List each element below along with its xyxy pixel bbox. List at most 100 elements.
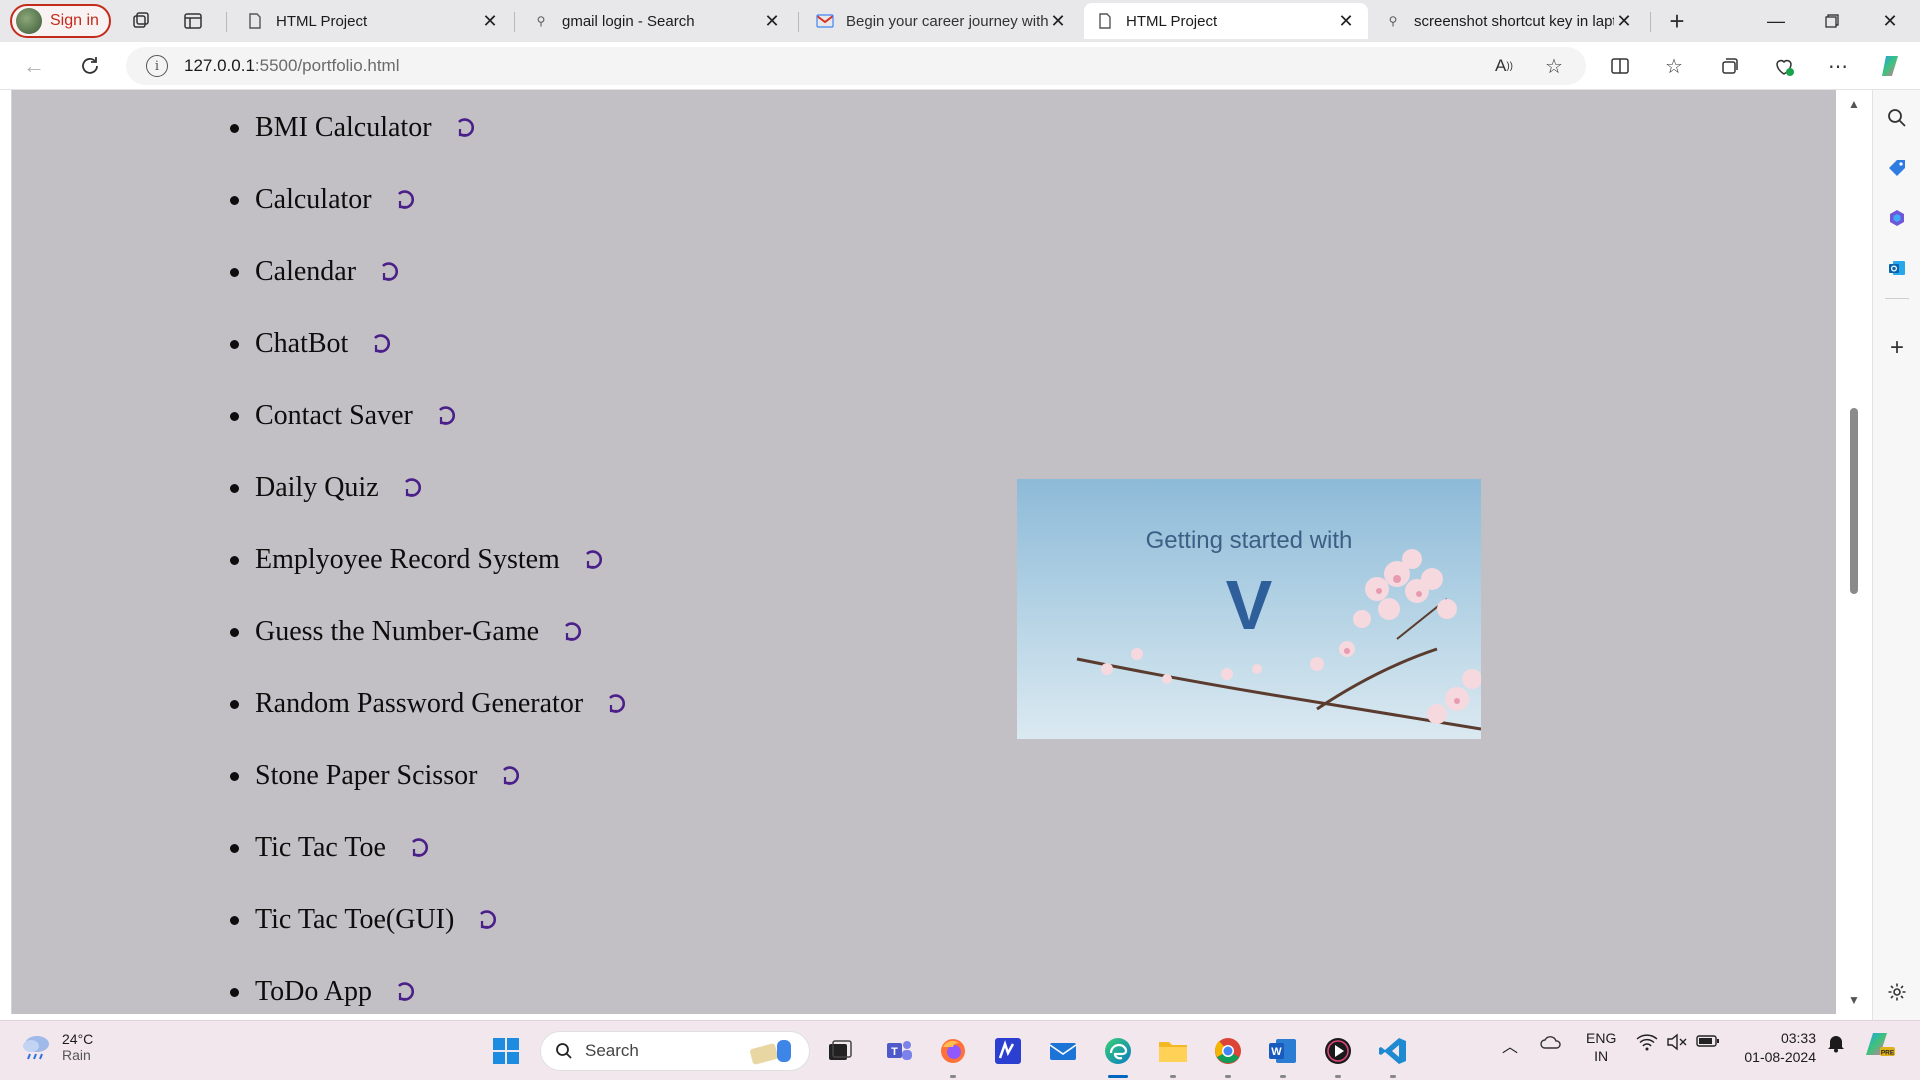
- teams-icon[interactable]: T: [883, 1034, 917, 1068]
- list-item: Calculator: [230, 164, 627, 236]
- svg-text:T: T: [891, 1046, 898, 1058]
- favorites-icon[interactable]: ☆: [1660, 52, 1688, 80]
- project-name: Calculator: [255, 184, 372, 215]
- close-tab-icon[interactable]: ✕: [1614, 11, 1634, 32]
- redo-arrow-icon[interactable]: [408, 837, 430, 859]
- search-highlight-icon: [750, 1040, 791, 1065]
- wifi-icon[interactable]: [1636, 1033, 1658, 1054]
- tab-screenshot-search[interactable]: ⚲ screenshot shortcut key in lapt ✕: [1372, 3, 1646, 39]
- page-icon: [246, 12, 264, 30]
- split-screen-icon[interactable]: [1606, 52, 1634, 80]
- weather-widget[interactable]: 24°C Rain: [20, 1031, 93, 1063]
- gmail-icon: [816, 12, 834, 30]
- vector-app-icon[interactable]: [991, 1034, 1025, 1068]
- search-icon[interactable]: [1885, 106, 1909, 130]
- address-bar[interactable]: i 127.0.0.1:5500/portfolio.html: [126, 47, 1586, 85]
- avatar: [16, 8, 42, 34]
- microsoft-365-icon[interactable]: [1885, 206, 1909, 230]
- chrome-icon[interactable]: [1211, 1034, 1245, 1068]
- outlook-icon[interactable]: [1885, 256, 1909, 280]
- scroll-thumb[interactable]: [1850, 408, 1858, 594]
- list-item: Emplyoyee Record System: [230, 524, 627, 596]
- windows-taskbar: 24°C Rain Search T W ︿ ENG IN 03:33 01-0…: [0, 1020, 1920, 1080]
- windows-start-icon[interactable]: [489, 1034, 523, 1068]
- redo-arrow-icon[interactable]: [378, 261, 400, 283]
- edge-browser-icon[interactable]: [1101, 1034, 1135, 1068]
- vscode-icon[interactable]: [1376, 1034, 1410, 1068]
- battery-icon[interactable]: [1696, 1033, 1720, 1052]
- task-view-icon[interactable]: [823, 1034, 857, 1068]
- minimize-icon[interactable]: —: [1756, 6, 1796, 36]
- close-tab-icon[interactable]: ✕: [762, 11, 782, 32]
- chevron-up-icon[interactable]: ︿: [1502, 1033, 1518, 1057]
- redo-arrow-icon[interactable]: [582, 549, 604, 571]
- list-item: Tic Tac Toe: [230, 812, 627, 884]
- onedrive-sync-icon[interactable]: [1540, 1033, 1562, 1056]
- project-name: Random Password Generator: [255, 688, 584, 719]
- close-tab-icon[interactable]: ✕: [1048, 11, 1068, 32]
- redo-arrow-icon[interactable]: [605, 693, 627, 715]
- file-explorer-icon[interactable]: [1156, 1034, 1190, 1068]
- clock-time: 03:33: [1780, 1030, 1816, 1046]
- clock[interactable]: 03:33 01-08-2024: [1738, 1029, 1816, 1067]
- site-info-icon[interactable]: i: [146, 55, 168, 77]
- taskbar-search[interactable]: Search: [540, 1031, 810, 1071]
- favorite-star-icon[interactable]: ☆: [1540, 52, 1568, 80]
- svg-text:PRE: PRE: [1881, 1050, 1895, 1057]
- workspaces-icon[interactable]: [128, 8, 154, 34]
- notification-bell-icon[interactable]: [1826, 1033, 1846, 1056]
- list-item: ChatBot: [230, 308, 627, 380]
- speaker-muted-icon[interactable]: [1666, 1033, 1688, 1054]
- page-scrollbar[interactable]: ▲ ▼: [1836, 90, 1872, 1014]
- redo-arrow-icon[interactable]: [435, 405, 457, 427]
- copilot-taskbar-icon[interactable]: PRE: [1864, 1029, 1896, 1062]
- read-aloud-icon[interactable]: A)): [1490, 52, 1518, 80]
- list-item: Contact Saver: [230, 380, 627, 452]
- getting-started-image: Getting started with V: [1017, 479, 1481, 739]
- redo-arrow-icon[interactable]: [394, 189, 416, 211]
- firefox-icon[interactable]: [936, 1034, 970, 1068]
- list-item: Stone Paper Scissor: [230, 740, 627, 812]
- close-tab-icon[interactable]: ✕: [480, 11, 500, 32]
- restore-icon[interactable]: [1812, 6, 1852, 36]
- svg-text:W: W: [1271, 1046, 1282, 1058]
- tab-html-project-1[interactable]: HTML Project ✕: [234, 3, 512, 39]
- language-indicator[interactable]: ENG IN: [1586, 1029, 1616, 1065]
- browser-essentials-icon[interactable]: [1770, 52, 1798, 80]
- scroll-down-icon[interactable]: ▼: [1848, 993, 1860, 1007]
- tab-gmail-search[interactable]: ⚲ gmail login - Search ✕: [520, 3, 794, 39]
- tab-career-journey[interactable]: Begin your career journey with ✕: [804, 3, 1080, 39]
- tab-title: gmail login - Search: [562, 12, 695, 30]
- shopping-tag-icon[interactable]: [1885, 156, 1909, 180]
- tab-html-project-active[interactable]: HTML Project ✕: [1084, 3, 1368, 39]
- media-player-icon[interactable]: [1321, 1034, 1355, 1068]
- project-name: Guess the Number-Game: [255, 616, 540, 647]
- profile-signin-button[interactable]: Sign in: [10, 4, 111, 38]
- tab-actions-icon[interactable]: [180, 8, 206, 34]
- edge-sidebar: +: [1872, 90, 1920, 1020]
- mail-icon[interactable]: [1046, 1034, 1080, 1068]
- tab-title: Begin your career journey with: [846, 12, 1048, 30]
- redo-arrow-icon[interactable]: [394, 981, 416, 1003]
- more-menu-icon[interactable]: ⋯: [1824, 52, 1852, 80]
- close-window-icon[interactable]: ✕: [1870, 6, 1910, 36]
- collections-icon[interactable]: [1716, 52, 1744, 80]
- search-icon: [556, 1043, 572, 1059]
- redo-arrow-icon[interactable]: [401, 477, 423, 499]
- word-icon[interactable]: W: [1266, 1034, 1300, 1068]
- redo-arrow-icon[interactable]: [561, 621, 583, 643]
- back-icon[interactable]: ←: [20, 52, 48, 80]
- add-sidebar-app-icon[interactable]: +: [1885, 334, 1909, 361]
- project-name: Calendar: [255, 256, 357, 287]
- redo-arrow-icon[interactable]: [454, 117, 476, 139]
- rain-cloud-icon: [23, 1036, 49, 1060]
- scroll-up-icon[interactable]: ▲: [1848, 97, 1860, 111]
- close-tab-icon[interactable]: ✕: [1336, 11, 1356, 32]
- redo-arrow-icon[interactable]: [499, 765, 521, 787]
- redo-arrow-icon[interactable]: [476, 909, 498, 931]
- redo-arrow-icon[interactable]: [370, 333, 392, 355]
- copilot-icon[interactable]: [1878, 52, 1906, 80]
- new-tab-icon[interactable]: +: [1664, 6, 1690, 36]
- settings-gear-icon[interactable]: [1885, 980, 1909, 1004]
- refresh-icon[interactable]: [76, 52, 104, 80]
